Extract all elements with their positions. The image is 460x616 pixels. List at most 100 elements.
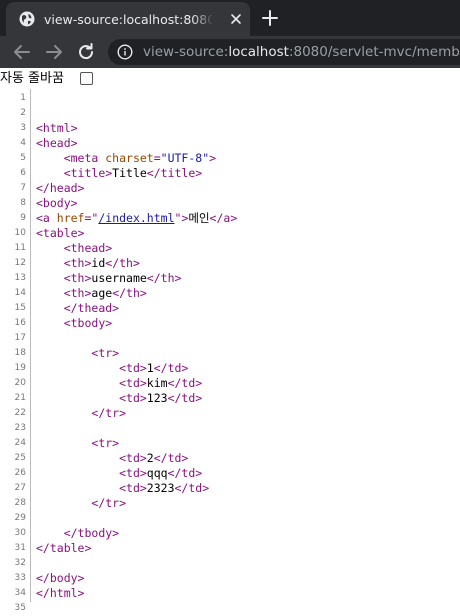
- html-tag: >: [209, 151, 217, 165]
- source-line: 13 <th>username</th>: [0, 271, 460, 286]
- html-tag: <table>: [36, 226, 85, 240]
- text-node: [36, 376, 119, 390]
- html-tag: </tr>: [91, 496, 127, 510]
- html-tag: </td>: [167, 466, 203, 480]
- source-line: 4 <head>: [0, 136, 460, 151]
- text-node: Title: [112, 166, 147, 180]
- close-tab-icon[interactable]: [228, 11, 244, 27]
- html-tag: <a: [36, 211, 57, 225]
- line-number: 9: [20, 213, 26, 223]
- text-node: 1: [146, 361, 154, 375]
- line-wrap-bar: 자동 줄바꿈: [0, 69, 460, 89]
- line-number: 15: [14, 303, 26, 313]
- html-tag: </a>: [209, 211, 238, 225]
- back-arrow-icon[interactable]: [10, 40, 34, 64]
- html-tag: <html>: [36, 121, 78, 135]
- text-node: 메인: [188, 211, 210, 225]
- html-tag: <body>: [36, 196, 78, 210]
- line-wrap-checkbox[interactable]: [80, 72, 93, 85]
- line-content: <head>: [36, 136, 78, 151]
- source-line: 16 <tbody>: [0, 316, 460, 331]
- line-content: <td>qqq</td>: [36, 466, 202, 481]
- line-content: </tr>: [36, 406, 126, 421]
- source-line: 12 <th>id</th>: [0, 256, 460, 271]
- tab-title: view-source:localhost:8080/servlet-mvc/m…: [44, 12, 212, 27]
- source-line: 6 <title>Title</title>: [0, 166, 460, 181]
- source-line: 26 <td>qqq</td>: [0, 466, 460, 481]
- line-content: </tbody>: [36, 526, 119, 541]
- source-line: 22 </tr>: [0, 406, 460, 421]
- source-line: 34 </html>: [0, 586, 460, 601]
- line-number: 10: [14, 228, 26, 238]
- html-tag: </th>: [146, 271, 182, 285]
- html-tag: </td>: [153, 451, 189, 465]
- line-number: 5: [20, 153, 26, 163]
- reload-icon[interactable]: [74, 40, 98, 64]
- line-number: 6: [20, 168, 26, 178]
- line-content: </table>: [36, 541, 91, 556]
- line-number: 11: [14, 243, 26, 253]
- html-tag: =: [153, 151, 161, 165]
- text-node: [36, 451, 119, 465]
- text-node: [36, 286, 64, 300]
- text-node: id: [91, 256, 106, 270]
- source-line: 27 <td>2323</td>: [0, 481, 460, 496]
- text-node: 2323: [146, 481, 175, 495]
- text-node: [36, 481, 119, 495]
- line-content: <meta charset="UTF-8">: [36, 151, 216, 166]
- text-node: [36, 151, 64, 165]
- text-node: [36, 391, 119, 405]
- line-number: 35: [14, 603, 26, 613]
- line-number: 14: [14, 288, 26, 298]
- text-node: [36, 496, 91, 510]
- line-number: 34: [14, 588, 26, 598]
- html-tag: </thead>: [63, 301, 120, 315]
- line-number: 25: [14, 453, 26, 463]
- html-tag: </tbody>: [63, 526, 120, 540]
- line-number: 18: [14, 348, 26, 358]
- source-line: 8 <body>: [0, 196, 460, 211]
- line-content: </tr>: [36, 496, 126, 511]
- line-number: 12: [14, 258, 26, 268]
- source-line: 31 </table>: [0, 541, 460, 556]
- line-number: 24: [14, 438, 26, 448]
- line-number: 1: [20, 93, 26, 103]
- text-node: [36, 466, 119, 480]
- line-content: <td>2323</td>: [36, 481, 209, 496]
- html-tag: </tr>: [91, 406, 127, 420]
- line-content: <body>: [36, 196, 78, 211]
- source-line: 9 <a href="/index.html">메인</a>: [0, 211, 460, 226]
- attribute-name: charset: [105, 151, 154, 165]
- info-icon[interactable]: [117, 44, 133, 60]
- line-content: <thead>: [36, 241, 112, 256]
- line-number: 4: [20, 138, 26, 148]
- html-tag: </table>: [36, 541, 92, 555]
- text-node: [36, 256, 64, 270]
- new-tab-icon[interactable]: [259, 7, 281, 29]
- source-line: 18 <tr>: [0, 346, 460, 361]
- text-node: [36, 316, 64, 330]
- address-bar[interactable]: view-source:localhost:8080/servlet-mvc/m…: [108, 39, 460, 65]
- line-number: 28: [14, 498, 26, 508]
- text-node: username: [91, 271, 147, 285]
- tab-strip: view-source:localhost:8080/servlet-mvc/m…: [0, 0, 460, 36]
- source-line: 24 <tr>: [0, 436, 460, 451]
- source-line: 7 </head>: [0, 181, 460, 196]
- html-tag: =": [84, 211, 99, 225]
- forward-arrow-icon[interactable]: [42, 40, 66, 64]
- html-tag: <td>: [119, 466, 147, 480]
- text-node: [36, 526, 64, 540]
- text-node: [36, 406, 91, 420]
- tab-active[interactable]: view-source:localhost:8080/servlet-mvc/m…: [6, 2, 250, 36]
- text-node: age: [91, 286, 113, 300]
- html-tag: </body>: [36, 571, 85, 585]
- text-node: qqq: [146, 466, 168, 480]
- line-content: <td>123</td>: [36, 391, 202, 406]
- line-content: <td>2</td>: [36, 451, 188, 466]
- html-tag: <th>: [63, 256, 92, 270]
- line-number: 20: [14, 378, 26, 388]
- html-tag: </title>: [146, 166, 203, 180]
- text-node: 123: [146, 391, 168, 405]
- html-tag: <tr>: [91, 346, 120, 360]
- source-link[interactable]: /index.html: [98, 211, 174, 225]
